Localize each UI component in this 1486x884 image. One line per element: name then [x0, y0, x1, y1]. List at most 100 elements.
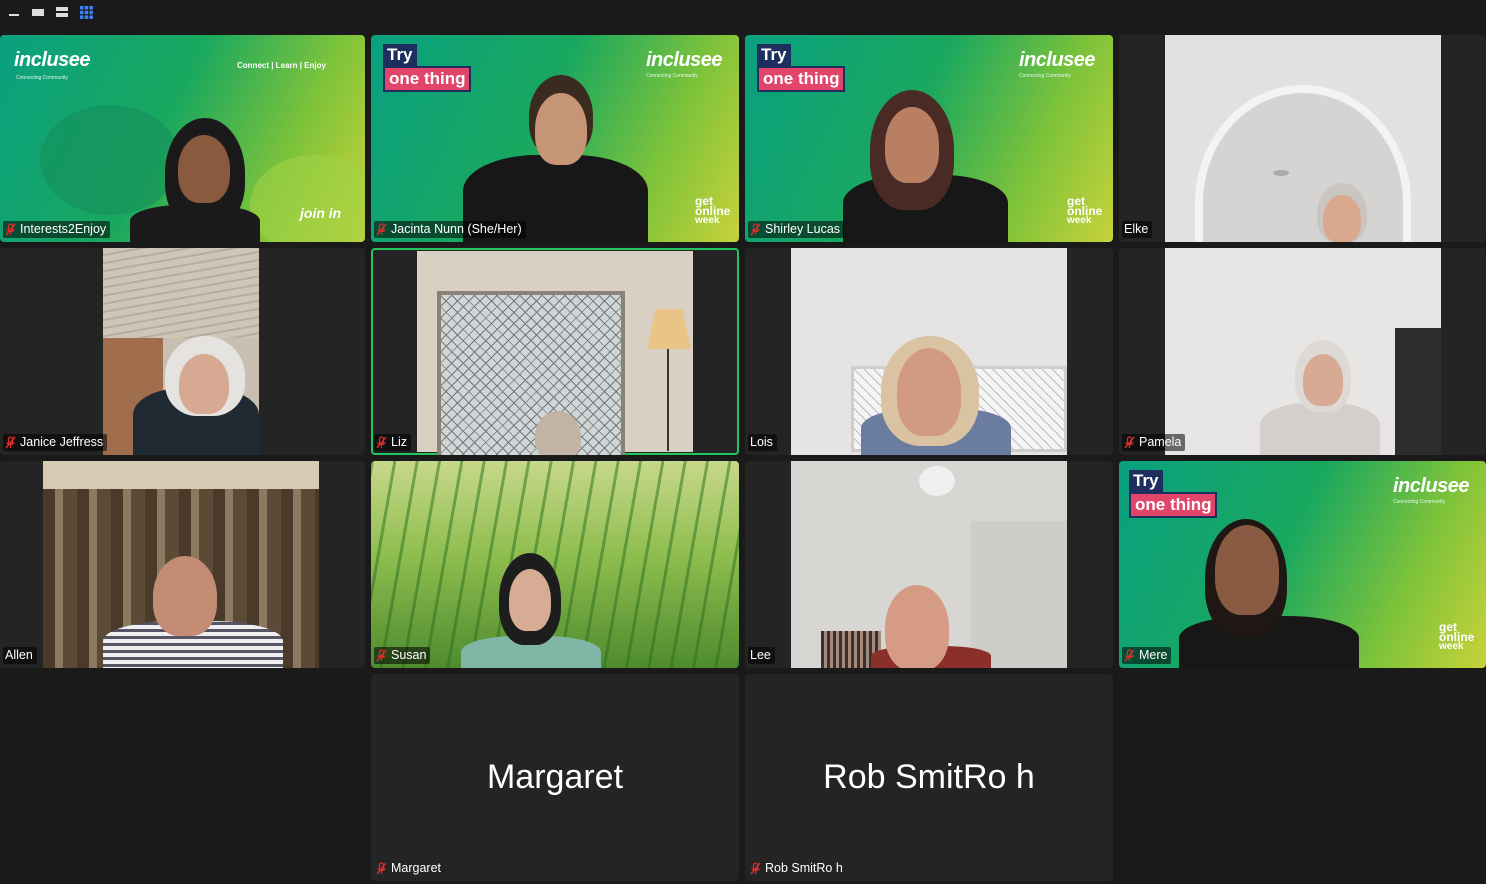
participant-name-label: Mere [1122, 647, 1172, 664]
participant-name-label: Shirley Lucas [748, 221, 845, 238]
mic-muted-icon [5, 436, 16, 449]
inclusee-logo: inclusee [1019, 49, 1096, 71]
person-face [178, 135, 230, 203]
mic-muted-icon [376, 223, 387, 236]
participant-name-label: Liz [374, 434, 411, 451]
participant-tile[interactable]: Elke [1119, 35, 1486, 242]
mic-muted-icon [750, 862, 761, 875]
inclusee-logo-sub: Connecting Community [646, 73, 698, 79]
lamp-pole [667, 349, 669, 451]
try-badge: Try [1129, 470, 1163, 492]
mic-muted-icon [1124, 649, 1135, 662]
participant-name: Pamela [1139, 435, 1182, 449]
inclusee-logo-sub: Connecting Community [16, 75, 68, 81]
participant-tile-video-off[interactable]: Rob SmitRo h Rob SmitRo h [745, 674, 1113, 881]
person-face [153, 556, 217, 636]
inclusee-logo-sub: Connecting Community [1019, 73, 1071, 79]
mic-muted-icon [376, 436, 387, 449]
try-badge: Try [383, 44, 417, 66]
person-face [885, 585, 949, 668]
participant-name-label: Pamela [1122, 434, 1186, 451]
mic-muted-icon [376, 862, 387, 875]
video-feed [43, 461, 319, 668]
participant-tile-video-off[interactable]: Margaret Margaret [371, 674, 739, 881]
one-thing-badge: one thing [757, 66, 846, 92]
participant-name-label: Susan [374, 647, 431, 664]
participant-tile-active[interactable]: Liz [371, 248, 739, 455]
strip-view-icon[interactable] [54, 4, 70, 20]
video-feed [1165, 248, 1441, 455]
person-face [179, 354, 229, 414]
lamp-shade [647, 309, 691, 349]
get-online-week-logo: get online week [695, 195, 730, 226]
ceiling [43, 461, 319, 489]
get-online-week-logo: get online week [1067, 195, 1102, 226]
participant-name: Mere [1139, 648, 1168, 662]
participant-display-name: Rob SmitRo h [823, 758, 1035, 796]
ceiling-light [1273, 170, 1289, 176]
minimize-icon[interactable] [6, 4, 22, 20]
participant-tile[interactable]: Allen [0, 461, 365, 668]
mic-muted-icon [5, 223, 16, 236]
video-feed [417, 251, 693, 455]
participant-display-name: Margaret [486, 758, 624, 796]
participant-name: Lois [750, 435, 773, 449]
participant-name: Janice Jeffress [20, 435, 104, 449]
participant-tile[interactable]: Try one thing inclusee Connecting Commun… [745, 35, 1113, 242]
participant-tile[interactable]: Lois [745, 248, 1113, 455]
mic-muted-icon [750, 223, 761, 236]
wall [971, 521, 1067, 668]
person-face [1303, 354, 1343, 406]
participant-name: Allen [5, 648, 33, 662]
participant-name-label: Margaret [374, 860, 445, 877]
video-feed [1165, 35, 1441, 242]
one-thing-badge: one thing [1129, 492, 1218, 518]
archway [1195, 85, 1411, 242]
participant-name-label: Lee [748, 647, 775, 664]
inclusee-logo-sub: Connecting Community [1393, 499, 1445, 505]
participant-name: Susan [391, 648, 427, 662]
participant-name: Rob SmitRo h [765, 861, 843, 875]
participant-name-label: Lois [748, 434, 777, 451]
participant-tile[interactable]: Lee [745, 461, 1113, 668]
top-toolbar [0, 0, 1486, 30]
participant-name: Elke [1124, 222, 1149, 236]
video-feed [791, 461, 1067, 668]
participant-tile[interactable]: Janice Jeffress [0, 248, 365, 455]
participant-name-label: Janice Jeffress [3, 434, 108, 451]
participant-tile[interactable]: Try one thing inclusee Connecting Commun… [1119, 461, 1486, 668]
participant-name-label: Rob SmitRo h [748, 860, 847, 877]
speaker-view-icon[interactable] [30, 4, 46, 20]
participant-tile[interactable]: inclusee Connecting Community Connect | … [0, 35, 365, 242]
person-face [1215, 525, 1279, 615]
participant-name: Margaret [391, 861, 442, 875]
person-face [535, 93, 587, 165]
participant-name: Interests2Enjoy [20, 222, 107, 236]
participant-name: Liz [391, 435, 407, 449]
participant-name-label: Jacinta Nunn (She/Her) [374, 221, 526, 238]
tagline: Connect | Learn | Enjoy [237, 61, 326, 70]
participant-name-label: Elke [1122, 221, 1153, 238]
ceiling [103, 248, 259, 338]
ceiling-light [919, 466, 955, 496]
one-thing-badge: one thing [383, 66, 472, 92]
person-face [885, 107, 939, 183]
participant-name-label: Interests2Enjoy [3, 221, 111, 238]
participant-tile[interactable]: Susan [371, 461, 739, 668]
gallery-view-icon[interactable] [78, 4, 94, 20]
participant-tile[interactable]: Pamela [1119, 248, 1486, 455]
person-face [1323, 195, 1361, 242]
try-badge: Try [757, 44, 791, 66]
participant-tile[interactable]: Try one thing inclusee Connecting Commun… [371, 35, 739, 242]
mic-muted-icon [1124, 436, 1135, 449]
participant-name: Jacinta Nunn (She/Her) [391, 222, 522, 236]
person-face [509, 569, 551, 631]
inclusee-logo: inclusee [646, 49, 723, 71]
inclusee-logo: inclusee [1393, 475, 1470, 497]
person-face [897, 348, 961, 436]
get-online-week-logo: get online week [1439, 621, 1474, 652]
decorative-blob [40, 105, 180, 215]
person-head [535, 411, 581, 455]
mic-muted-icon [376, 649, 387, 662]
participant-name: Lee [750, 648, 771, 662]
